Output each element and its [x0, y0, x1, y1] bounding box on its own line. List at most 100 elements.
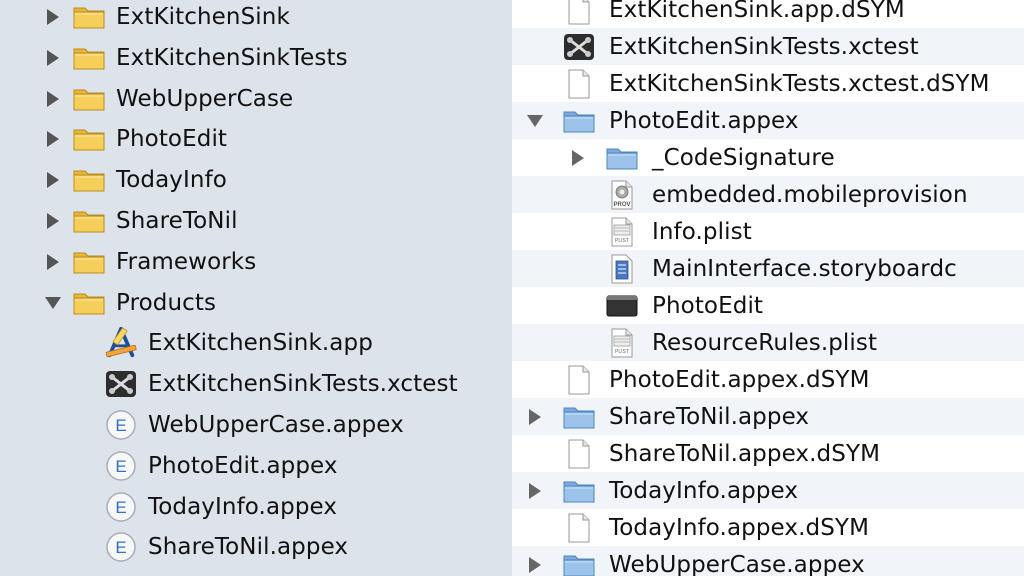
disclosure-collapsed-icon[interactable]: [526, 482, 544, 500]
svg-text:PLIST: PLIST: [615, 349, 629, 355]
finder-item-codesignature[interactable]: _CodeSignature: [512, 139, 1024, 176]
project-navigator: ExtKitchenSink ExtKitchenSinkTests WebUp…: [0, 0, 512, 576]
storyboard-icon: [605, 254, 639, 284]
row-label: ResourceRules.plist: [652, 329, 878, 356]
row-label: PhotoEdit: [652, 292, 764, 319]
disclosure-collapsed-icon[interactable]: [44, 49, 62, 67]
row-label: embedded.mobileprovision: [652, 181, 968, 208]
disclosure-collapsed-icon[interactable]: [44, 253, 62, 271]
finder-list-view: ExtKitchenSink.app.dSYM ExtKitchenSinkTe…: [512, 0, 1024, 576]
row-label: PhotoEdit.appex.dSYM: [609, 366, 870, 393]
row-label: ExtKitchenSinkTests.xctest: [148, 371, 458, 398]
disclosure-collapsed-icon[interactable]: [44, 171, 62, 189]
row-label: ExtKitchenSinkTests: [116, 44, 348, 71]
navigator-item-extkitchensinktests[interactable]: ExtKitchenSinkTests: [0, 38, 512, 78]
navigator-item-extkitchensinktests-xctest[interactable]: ExtKitchenSinkTests.xctest: [0, 364, 512, 404]
row-label: Info.plist: [652, 218, 752, 245]
executable-icon: [605, 291, 639, 321]
navigator-item-sharetonil-appex[interactable]: E ShareToNil.appex: [0, 527, 512, 567]
finder-item-sharetonil-appex[interactable]: ShareToNil.appex: [512, 398, 1024, 435]
navigator-item-photoedit-appex[interactable]: E PhotoEdit.appex: [0, 446, 512, 486]
folder-icon: [72, 84, 106, 114]
row-label: PhotoEdit.appex: [148, 452, 338, 479]
folder-icon: [72, 247, 106, 277]
row-label: ShareToNil: [116, 208, 238, 234]
extension-icon: E: [104, 532, 138, 563]
row-label: _CodeSignature: [652, 144, 835, 171]
finder-item-photoedit-appex[interactable]: PhotoEdit.appex: [512, 102, 1024, 139]
navigator-item-webuppercase[interactable]: WebUpperCase: [0, 79, 512, 119]
document-icon: [562, 365, 596, 395]
disclosure-collapsed-icon[interactable]: [44, 90, 62, 108]
finder-item-sharetonil-appex-dsym[interactable]: ShareToNil.appex.dSYM: [512, 435, 1024, 472]
xctest-bundle-icon: [562, 32, 596, 62]
app-icon: [104, 327, 138, 358]
row-label: TodayInfo: [116, 167, 227, 194]
plist-file-icon: PLIST: [605, 328, 639, 358]
row-label: ExtKitchenSink: [116, 4, 290, 30]
finder-item-resourcerules-plist[interactable]: PLIST ResourceRules.plist: [512, 324, 1024, 361]
row-label: WebUpperCase.appex: [609, 551, 865, 576]
document-icon: [562, 0, 596, 25]
row-label: ExtKitchenSinkTests.xctest: [609, 33, 919, 60]
row-label: MainInterface.storyboardc: [652, 255, 957, 282]
disclosure-expanded-icon[interactable]: [526, 112, 544, 130]
blue-folder-icon: [605, 143, 639, 173]
svg-text:E: E: [115, 416, 126, 435]
row-label: Frameworks: [116, 248, 257, 275]
folder-icon: [72, 206, 106, 236]
blue-folder-icon: [562, 550, 596, 576]
blue-folder-icon: [562, 402, 596, 432]
navigator-item-extkitchensink-app[interactable]: ExtKitchenSink.app: [0, 323, 512, 363]
finder-item-photoedit[interactable]: PhotoEdit: [512, 287, 1024, 324]
xctest-bundle-icon: [104, 369, 138, 399]
folder-icon: [72, 288, 106, 318]
disclosure-collapsed-icon[interactable]: [569, 149, 587, 167]
finder-item-todayinfo-appex-dsym[interactable]: TodayInfo.appex.dSYM: [512, 509, 1024, 546]
row-label: TodayInfo.appex: [148, 493, 338, 520]
folder-icon: [72, 124, 106, 154]
folder-icon: [72, 43, 106, 73]
navigator-item-todayinfo-appex[interactable]: E TodayInfo.appex: [0, 487, 512, 527]
navigator-item-todayinfo[interactable]: TodayInfo: [0, 160, 512, 200]
finder-item-photoedit-appex-dsym[interactable]: PhotoEdit.appex.dSYM: [512, 361, 1024, 398]
document-icon: [562, 439, 596, 469]
extension-icon: E: [104, 491, 138, 522]
navigator-item-webuppercase-appex[interactable]: E WebUpperCase.appex: [0, 405, 512, 445]
plist-file-icon: PLIST: [605, 217, 639, 247]
svg-text:PROV: PROV: [613, 202, 630, 208]
svg-text:E: E: [115, 457, 126, 476]
navigator-item-frameworks[interactable]: Frameworks: [0, 242, 512, 282]
disclosure-collapsed-icon[interactable]: [44, 130, 62, 148]
disclosure-expanded-icon[interactable]: [44, 294, 62, 312]
disclosure-collapsed-icon[interactable]: [526, 556, 544, 574]
finder-item-info-plist[interactable]: PLIST Info.plist: [512, 213, 1024, 250]
disclosure-collapsed-icon[interactable]: [526, 408, 544, 426]
navigator-item-sharetonil[interactable]: ShareToNil: [0, 201, 512, 241]
row-label: ExtKitchenSinkTests.xctest.dSYM: [609, 70, 990, 97]
row-label: PhotoEdit.appex: [609, 107, 799, 134]
navigator-item-photoedit[interactable]: PhotoEdit: [0, 119, 512, 159]
finder-item-webuppercase-appex[interactable]: WebUpperCase.appex: [512, 546, 1024, 576]
navigator-item-products[interactable]: Products: [0, 283, 512, 323]
finder-item-todayinfo-appex[interactable]: TodayInfo.appex: [512, 472, 1024, 509]
svg-text:E: E: [115, 498, 126, 517]
document-icon: [562, 69, 596, 99]
row-label: TodayInfo.appex: [609, 477, 799, 504]
folder-icon: [72, 2, 106, 32]
row-label: ShareToNil.appex: [609, 403, 810, 430]
disclosure-collapsed-icon[interactable]: [44, 212, 62, 230]
folder-icon: [72, 165, 106, 195]
disclosure-collapsed-icon[interactable]: [44, 8, 62, 26]
document-icon: [562, 513, 596, 543]
finder-item-extkitchensinktests-xctest-dsym[interactable]: ExtKitchenSinkTests.xctest.dSYM: [512, 65, 1024, 102]
row-label: ExtKitchenSink.app: [148, 330, 373, 357]
finder-item-extkitchensinktests-xctest[interactable]: ExtKitchenSinkTests.xctest: [512, 28, 1024, 65]
extension-icon: E: [104, 410, 138, 440]
row-label: TodayInfo.appex.dSYM: [609, 514, 870, 541]
finder-item-embedded-mobileprovision[interactable]: PROV embedded.mobileprovision: [512, 176, 1024, 213]
finder-item-extkitchensink-app-dsym[interactable]: ExtKitchenSink.app.dSYM: [512, 0, 1024, 28]
row-label: ExtKitchenSink.app.dSYM: [609, 0, 905, 23]
finder-item-maininterface-storyboardc[interactable]: MainInterface.storyboardc: [512, 250, 1024, 287]
navigator-item-extkitchensink[interactable]: ExtKitchenSink: [0, 0, 512, 37]
